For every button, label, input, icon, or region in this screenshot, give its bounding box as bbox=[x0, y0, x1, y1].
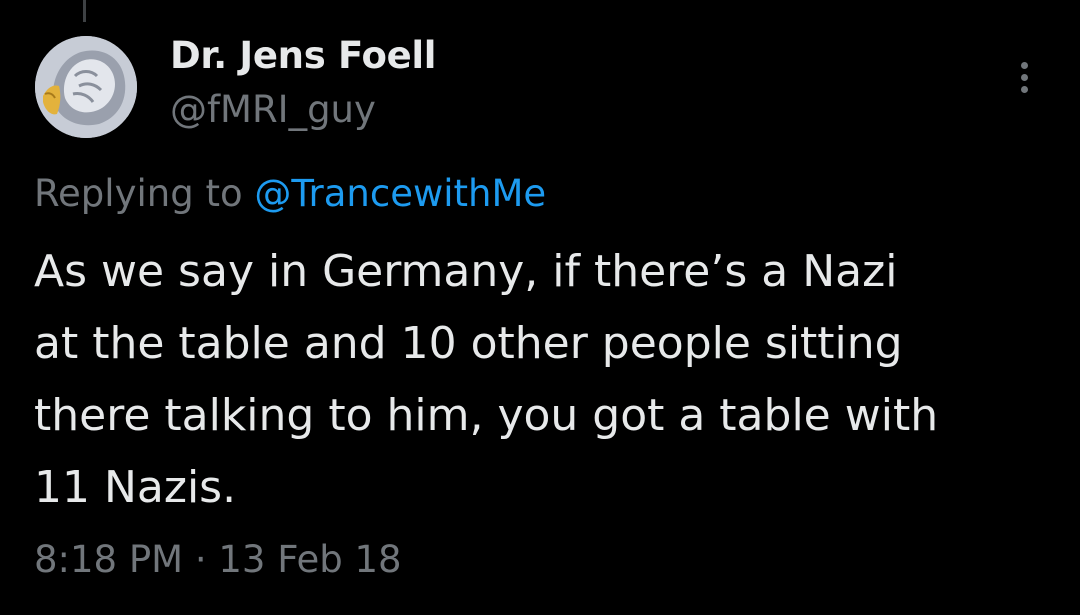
tweet-timestamp[interactable]: 8:18 PM · 13 Feb 18 bbox=[34, 538, 402, 581]
more-dot bbox=[1021, 62, 1028, 69]
tweet-text: As we say in Germany, if there’s a Nazi … bbox=[34, 236, 1054, 524]
avatar[interactable] bbox=[35, 36, 137, 138]
more-dot bbox=[1021, 86, 1028, 93]
more-vertical-icon[interactable] bbox=[1011, 58, 1039, 98]
tweet-text-line: 11 Nazis. bbox=[34, 462, 237, 513]
tweet-text-line: As we say in Germany, if there’s a Nazi bbox=[34, 246, 898, 297]
timestamp-separator: · bbox=[194, 538, 207, 581]
thread-connector-line bbox=[83, 0, 86, 22]
replying-to-line: Replying to @TrancewithMe bbox=[34, 172, 546, 215]
replying-to-prefix: Replying to bbox=[34, 172, 243, 215]
author-handle[interactable]: @fMRI_guy bbox=[170, 88, 376, 131]
tweet-date: 13 Feb 18 bbox=[218, 538, 402, 581]
brain-scan-avatar-icon bbox=[35, 36, 137, 138]
tweet-time: 8:18 PM bbox=[34, 538, 184, 581]
tweet-text-line: at the table and 10 other people sitting bbox=[34, 318, 903, 369]
author-display-name[interactable]: Dr. Jens Foell bbox=[170, 34, 436, 77]
tweet-text-line: there talking to him, you got a table wi… bbox=[34, 390, 939, 441]
reply-mention-link[interactable]: @TrancewithMe bbox=[254, 172, 546, 215]
more-dot bbox=[1021, 74, 1028, 81]
